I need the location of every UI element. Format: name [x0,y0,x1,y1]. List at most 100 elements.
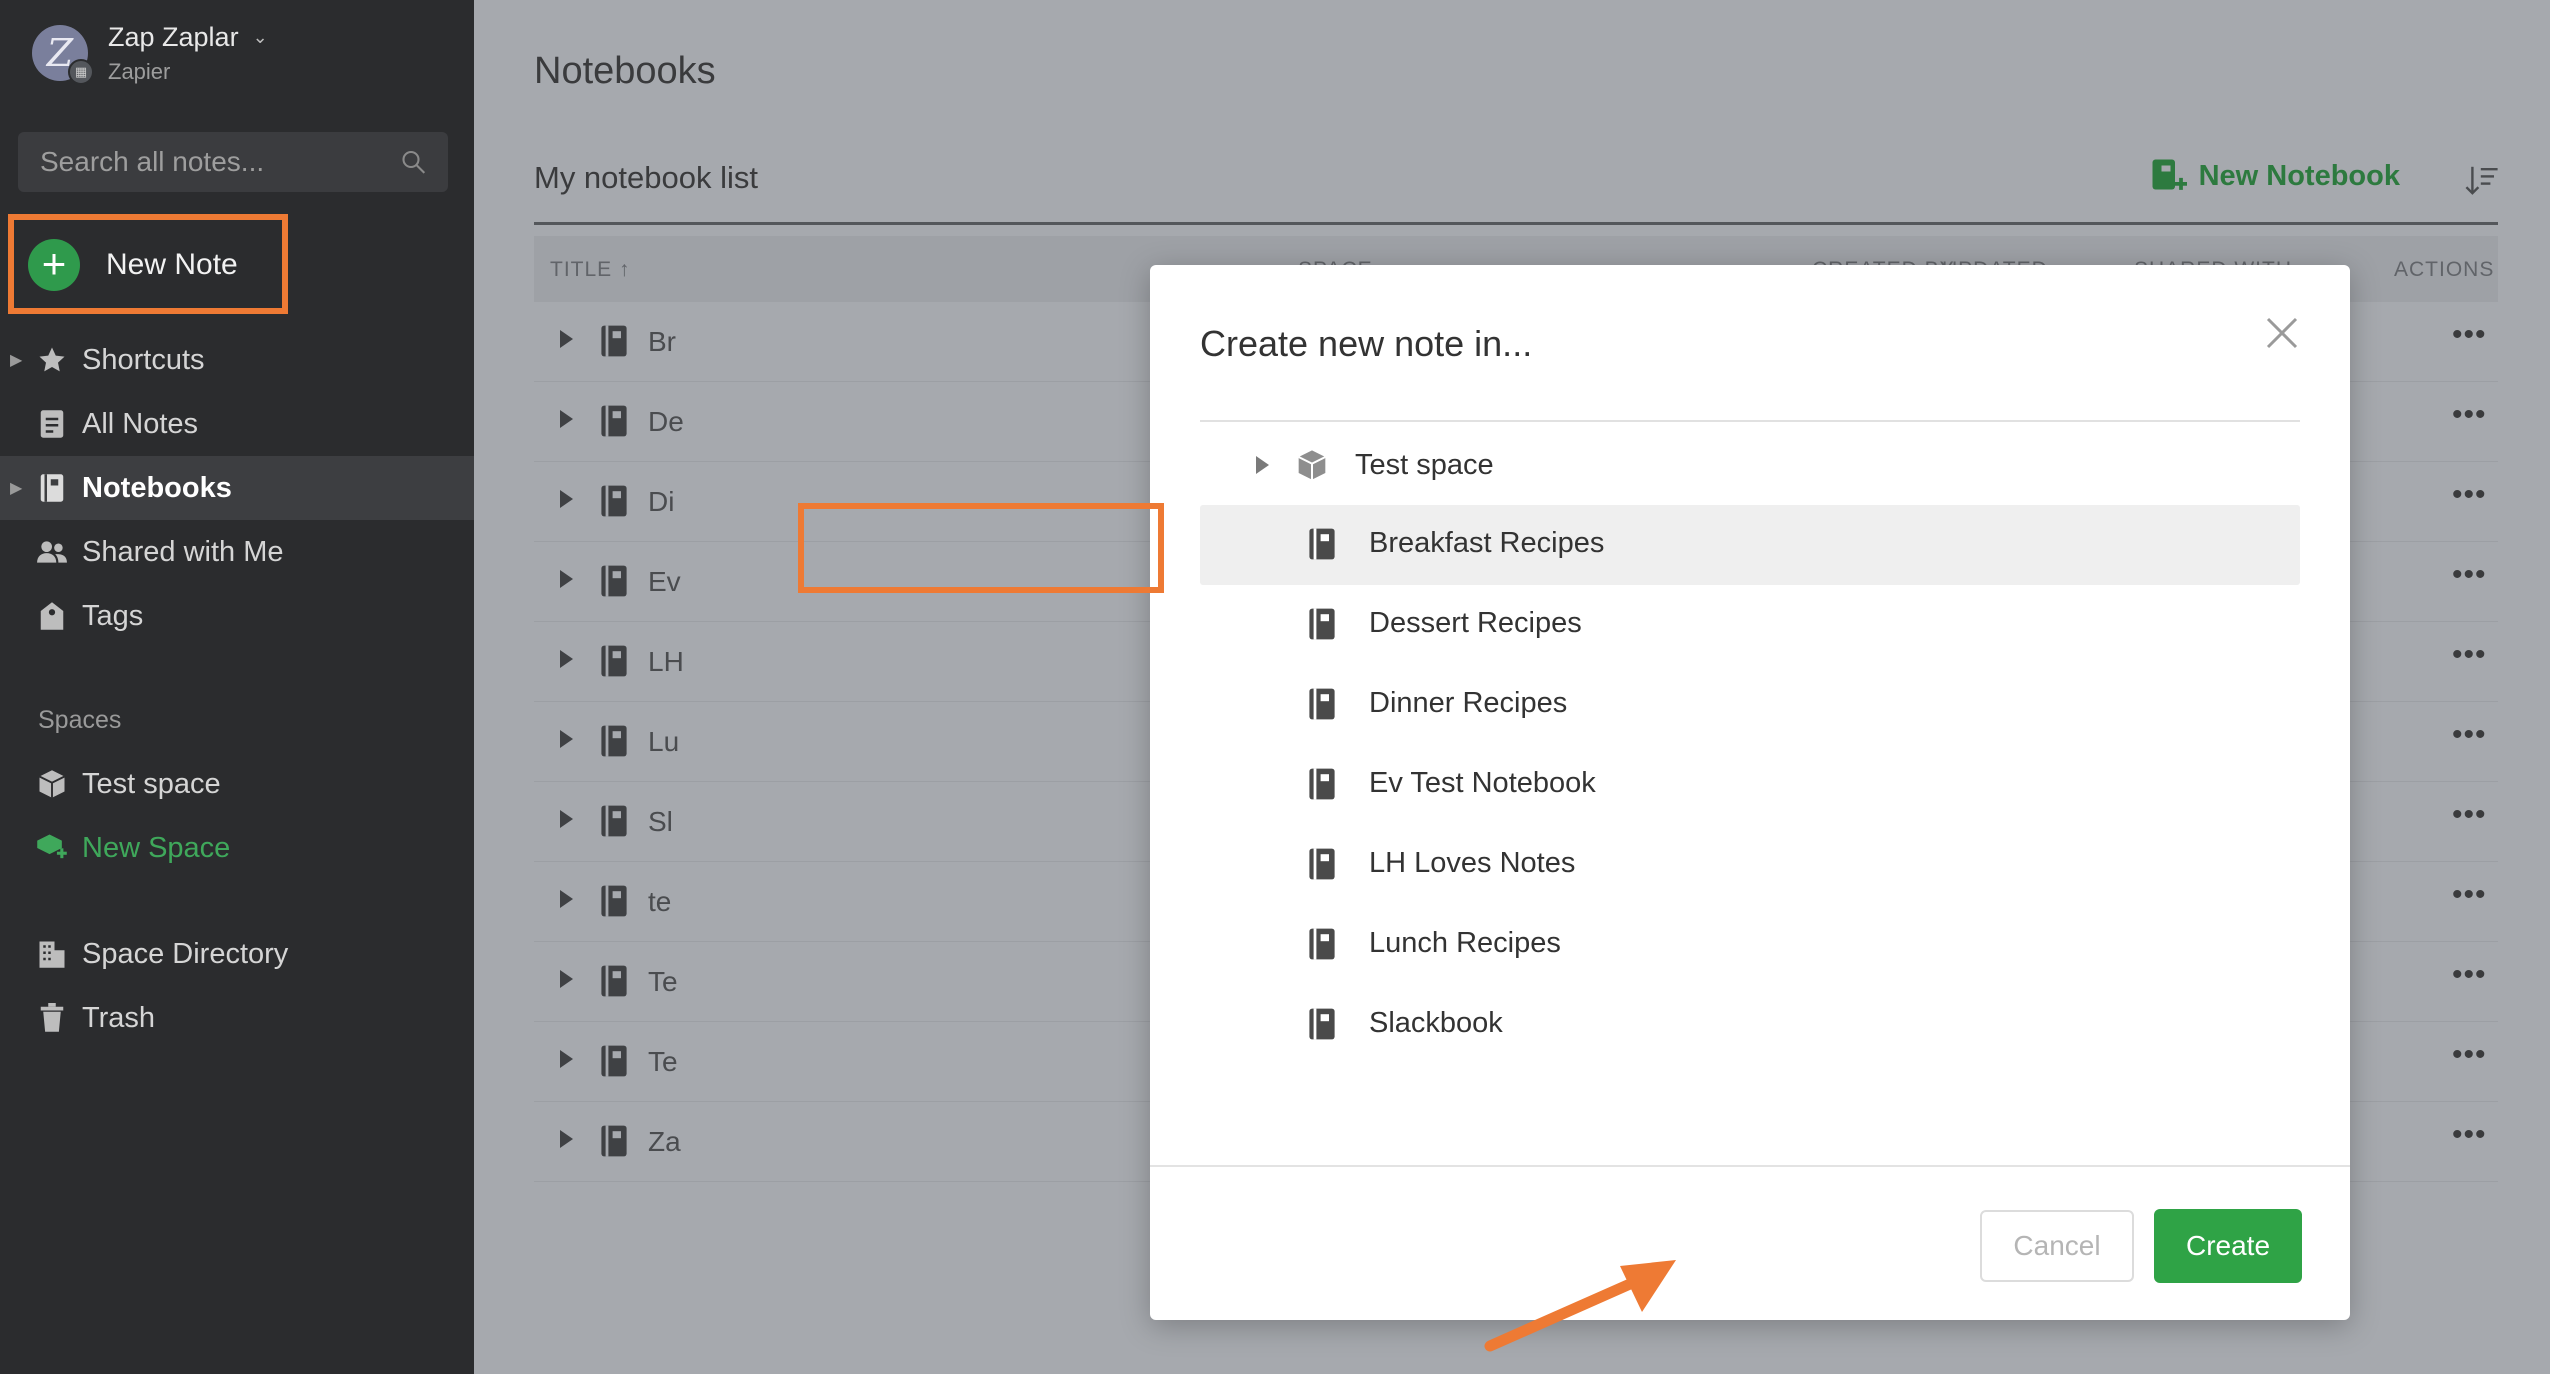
expand-caret-icon[interactable] [560,650,573,668]
search-input[interactable] [40,146,401,178]
row-actions-button[interactable]: ••• [2452,718,2487,752]
note-icon [36,408,68,440]
annotation-arrow-icon [1484,1260,1676,1352]
sidebar-item-shared-with-me[interactable]: Shared with Me [0,520,474,584]
expand-caret-icon[interactable] [560,1050,573,1068]
account-switcher[interactable]: Z ▦ Zap Zaplar ⌄ Zapier [32,22,412,85]
row-actions-button[interactable]: ••• [2452,638,2487,672]
expand-caret-icon[interactable] [560,1130,573,1148]
notebook-icon [1308,1007,1336,1046]
expand-caret-icon[interactable] [560,810,573,828]
sidebar-item-label: Tags [82,599,144,632]
trash-icon [36,1002,68,1034]
row-actions-button[interactable]: ••• [2452,878,2487,912]
notebook-icon [600,964,628,1005]
tag-icon [36,600,68,632]
sidebar-item-space-directory[interactable]: Space Directory [0,922,474,986]
notebook-option[interactable]: Lunch Recipes [1200,905,2300,985]
new-notebook-icon [2152,159,2187,190]
expand-caret-icon[interactable] [560,410,573,428]
row-title[interactable]: Br [648,326,676,358]
row-title[interactable]: te [648,886,671,918]
row-title[interactable]: Za [648,1126,681,1158]
sort-icon[interactable] [2464,162,2500,198]
sidebar-item-all-notes[interactable]: All Notes [0,392,474,456]
notebook-option[interactable]: Ev Test Notebook [1200,745,2300,825]
expand-caret-icon[interactable] [560,570,573,588]
notebook-icon [600,804,628,845]
notebook-picker: Test space Breakfast Recipes Dessert Reci… [1200,425,2302,1085]
notebook-option[interactable]: Slackbook [1200,985,2300,1065]
notebook-option-label: Lunch Recipes [1369,927,1561,959]
expand-caret-icon[interactable] [560,890,573,908]
notebook-option[interactable]: Zap Zaplar's Business Notebook [1200,1065,2300,1085]
expand-caret-icon[interactable] [1256,456,1269,474]
row-actions-button[interactable]: ••• [2452,958,2487,992]
expand-caret-icon[interactable] [560,730,573,748]
notebook-icon [600,1044,628,1085]
new-note-button[interactable]: + New Note [28,236,238,294]
notebook-icon [1308,767,1336,806]
create-button[interactable]: Create [2154,1209,2302,1283]
row-actions-button[interactable]: ••• [2452,558,2487,592]
sidebar-item-notebooks[interactable]: ▶ Notebooks [0,456,474,520]
row-title[interactable]: Ev [648,566,681,598]
row-title[interactable]: De [648,406,684,438]
close-icon[interactable] [2262,313,2302,353]
row-title[interactable]: Te [648,966,678,998]
notebook-icon [600,484,628,525]
expand-caret-icon[interactable] [560,490,573,508]
cancel-button[interactable]: Cancel [1980,1210,2134,1282]
notebook-icon [600,884,628,925]
row-actions-button[interactable]: ••• [2452,798,2487,832]
spaces-heading: Spaces [38,706,122,734]
space-row-test-space[interactable]: Test space [1200,425,2300,505]
notebook-option[interactable]: Breakfast Recipes [1200,505,2300,585]
row-actions-button[interactable]: ••• [2452,1038,2487,1072]
notebook-icon [1308,847,1336,886]
new-note-label: New Note [106,248,238,281]
sidebar-item-trash[interactable]: Trash [0,986,474,1050]
row-title[interactable]: Sl [648,806,673,838]
notebook-icon [600,724,628,765]
notebook-icon [36,472,68,504]
notebook-icon [600,1124,628,1165]
row-actions-button[interactable]: ••• [2452,398,2487,432]
row-title[interactable]: Te [648,1046,678,1078]
notebook-option[interactable]: LH Loves Notes [1200,825,2300,905]
column-title[interactable]: TITLE ↑ [550,258,631,282]
page-title: Notebooks [534,50,716,92]
row-title[interactable]: Lu [648,726,679,758]
row-title[interactable]: Di [648,486,674,518]
sidebar-item-label: Test space [82,767,221,800]
space-label: Test space [1355,448,1494,481]
notebook-option-label: Slackbook [1369,1007,1503,1039]
notebook-option-label: Ev Test Notebook [1369,767,1596,799]
expand-caret-icon[interactable] [560,970,573,988]
search-icon[interactable] [401,147,426,177]
notebook-option[interactable]: Dessert Recipes [1200,585,2300,665]
divider [534,222,2498,225]
notebook-option[interactable]: Dinner Recipes [1200,665,2300,745]
expand-caret-icon[interactable]: ▶ [10,478,22,498]
main-content: Notebooks My notebook list New Notebook … [474,0,2550,1374]
expand-caret-icon[interactable]: ▶ [10,350,22,370]
row-actions-button[interactable]: ••• [2452,1118,2487,1152]
sidebar-item-shortcuts[interactable]: ▶ Shortcuts [0,328,474,392]
new-notebook-label: New Notebook [2198,159,2400,192]
sidebar: Z ▦ Zap Zaplar ⌄ Zapier + New Note ▶ Shor… [0,0,474,1374]
row-actions-button[interactable]: ••• [2452,318,2487,352]
sidebar-item-new-space[interactable]: New Space [0,816,474,880]
dialog-title: Create new note in... [1200,323,1533,364]
expand-caret-icon[interactable] [560,330,573,348]
selection-highlight [798,503,1164,593]
sidebar-item-tags[interactable]: Tags [0,584,474,648]
space-cube-icon [36,768,68,800]
row-title[interactable]: LH [648,646,684,678]
divider [1150,1165,2350,1167]
notebook-icon [600,644,628,685]
new-notebook-button[interactable]: New Notebook [2151,158,2400,194]
account-org: Zapier [108,58,171,84]
row-actions-button[interactable]: ••• [2452,478,2487,512]
sidebar-item-test-space[interactable]: Test space [0,752,474,816]
